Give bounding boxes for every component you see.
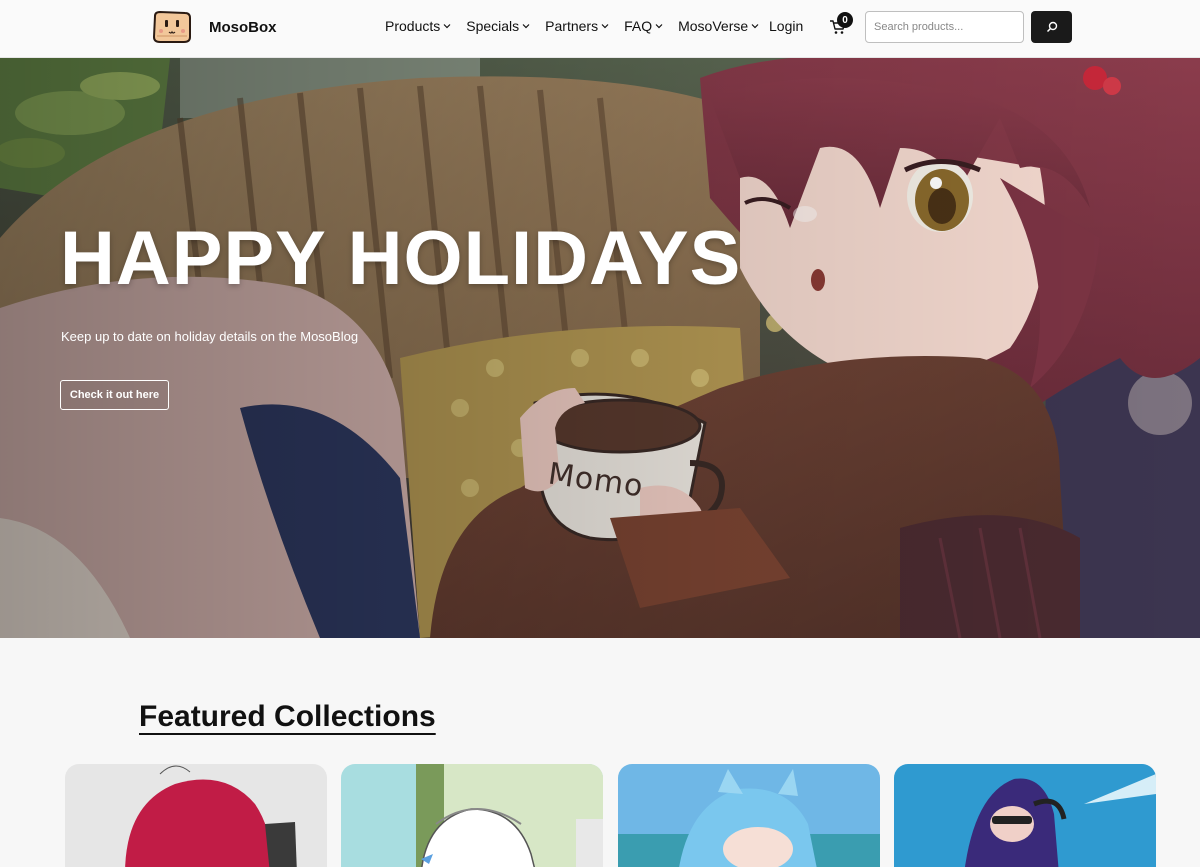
chevron-down-icon	[601, 24, 609, 29]
hero-cta-button[interactable]: Check it out here	[60, 380, 169, 410]
chevron-down-icon	[443, 24, 451, 29]
logo-icon	[151, 10, 193, 44]
search-input[interactable]	[865, 11, 1024, 43]
brand[interactable]: MosoBox	[151, 9, 277, 45]
site-header: MosoBox Products Specials Partners FAQ M…	[0, 0, 1200, 58]
collection-card[interactable]	[341, 764, 603, 867]
collection-card-image	[618, 764, 880, 867]
nav-item-label: Products	[385, 18, 441, 34]
collection-card-image	[894, 764, 1156, 867]
cart-count-badge: 0	[837, 12, 853, 28]
nav-item-label: MosoVerse	[678, 18, 749, 34]
search-button[interactable]	[1031, 11, 1072, 43]
hero-banner: Momo HAPPY HOLIDAYS Keep up to date on h…	[0, 58, 1200, 638]
nav-item-label: Specials	[466, 18, 520, 34]
chevron-down-icon	[522, 24, 530, 29]
nav-item-products[interactable]: Products	[385, 18, 451, 34]
hero-subtitle: Keep up to date on holiday details on th…	[61, 329, 359, 344]
hero-illustration	[0, 58, 1200, 638]
search-icon	[1046, 21, 1057, 33]
featured-collections-heading: Featured Collections	[139, 700, 436, 733]
nav-item-partners[interactable]: Partners	[545, 18, 609, 34]
nav-item-mosoverse[interactable]: MosoVerse	[678, 18, 759, 34]
collection-card[interactable]	[894, 764, 1156, 867]
nav-item-specials[interactable]: Specials	[466, 18, 530, 34]
collection-card-image	[341, 764, 603, 867]
brand-name: MosoBox	[209, 18, 277, 36]
nav-item-faq[interactable]: FAQ	[624, 18, 663, 34]
chevron-down-icon	[751, 24, 759, 29]
main-nav: Products Specials Partners FAQ MosoVerse	[385, 18, 774, 34]
collection-card-image	[65, 764, 327, 867]
login-link[interactable]: Login	[769, 18, 803, 34]
chevron-down-icon	[655, 24, 663, 29]
collection-card[interactable]	[618, 764, 880, 867]
hero-title: HAPPY HOLIDAYS	[60, 216, 742, 301]
nav-item-label: FAQ	[624, 18, 653, 34]
nav-item-label: Partners	[545, 18, 599, 34]
collection-card[interactable]	[65, 764, 327, 867]
